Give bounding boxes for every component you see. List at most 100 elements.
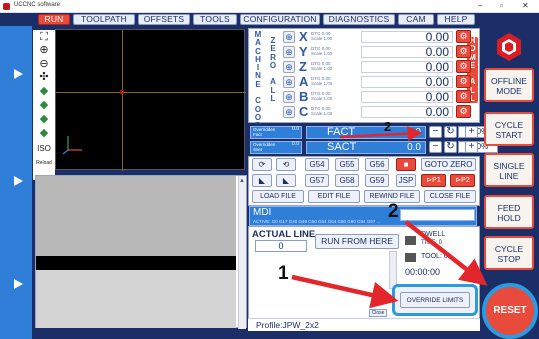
cube-view-icon[interactable]: ◆ <box>33 113 55 125</box>
active-modals: ACTIVE: G0 G17 G40 G49 G50 G54 G64 G80 G… <box>253 219 381 224</box>
axis-name: Y <box>299 44 308 59</box>
close-small-button[interactable]: Close <box>369 309 387 317</box>
edit-file-button[interactable]: EDIT FILE <box>308 190 360 203</box>
uccnc-logo-icon <box>497 33 521 61</box>
cube-view-icon[interactable]: ◆ <box>33 85 55 97</box>
zoom-out-icon[interactable]: ⊖ <box>33 58 55 70</box>
close-file-button[interactable]: CLOSE FILE <box>424 190 476 203</box>
spindle-increase-button[interactable]: + <box>465 141 478 153</box>
spindle-decrease-button[interactable]: − <box>429 141 442 153</box>
goto-p2-button[interactable]: ⊳P2 <box>450 174 475 187</box>
axis-value-field[interactable]: 0.00 <box>361 76 453 88</box>
run-from-here-button[interactable]: RUN FROM HERE <box>315 234 399 249</box>
axis-line <box>56 92 246 93</box>
maximize-button[interactable]: ▫ <box>500 1 503 10</box>
reset-button[interactable]: RESET <box>482 283 538 339</box>
cycle-stop-button[interactable]: CYCLE STOP <box>484 236 534 270</box>
home-axis-button[interactable]: ⚙ <box>456 75 471 88</box>
offline-mode-button[interactable]: OFFLINE MODE <box>484 68 534 102</box>
tab-offsets[interactable]: OFFSETS <box>138 14 190 25</box>
pan-icon[interactable]: ✣ <box>33 71 55 83</box>
g54-button[interactable]: G54 <box>305 158 329 171</box>
zero-axis-button[interactable]: ⊕ <box>283 31 295 43</box>
home-axis-button[interactable]: ⚙ <box>456 30 471 43</box>
actual-line-field[interactable]: 0 <box>255 240 307 252</box>
axis-row-c: ⊕ C DTG 0.00 Scale 1.00 0.00 ⚙ <box>281 105 478 120</box>
axis-value-field[interactable]: 0.00 <box>361 91 453 103</box>
axis-value-field[interactable]: 0.00 <box>361 61 453 73</box>
axis-line <box>122 30 123 171</box>
tab-toolpath[interactable]: TOOLPATH <box>73 14 135 25</box>
goto-zero-button[interactable]: GOTO ZERO <box>421 158 476 171</box>
tool-label: TOOL: 0 <box>421 253 448 260</box>
overrides-panel: Overridden Fact 0.0 FACT 0.0 − ↻ 100% Over… <box>248 124 498 156</box>
axis-name: Z <box>299 59 307 74</box>
feed-reset-button[interactable]: ↻ <box>444 126 457 138</box>
cycle-start-button[interactable]: CYCLE START <box>484 112 534 146</box>
axis-dtg: DTG 0.00 Scale 1.00 <box>311 31 333 41</box>
actual-line-label: ACTUAL LINE <box>252 229 316 240</box>
zero-axis-button[interactable]: ⊕ <box>283 61 295 73</box>
coordinates-panel: MACHINECOORDS ZEROALL HOMEALL ⊕ X DTG 0.… <box>248 28 480 147</box>
home-axis-button[interactable]: ⚙ <box>456 90 471 103</box>
iso-view-button[interactable]: ISO <box>33 143 55 155</box>
spindle-ccw-button[interactable]: ⟲ <box>276 158 296 171</box>
current-line-highlight <box>36 256 236 270</box>
axis-value-field[interactable]: 0.00 <box>361 31 453 43</box>
axis-dtg: DTG 0.00 Scale 1.00 <box>311 91 333 101</box>
g55-button[interactable]: G55 <box>335 158 359 171</box>
dwell-time: TIME: 0 <box>421 240 443 246</box>
override-limits-button[interactable]: OVERRIDE LIMITS <box>400 292 470 308</box>
tool-position-marker <box>120 90 124 94</box>
spindle-cw-button[interactable]: ⟳ <box>252 158 272 171</box>
g58-button[interactable]: G58 <box>335 174 359 187</box>
cube-view-icon[interactable]: ◆ <box>33 99 55 111</box>
axis-value-field[interactable]: 0.00 <box>361 46 453 58</box>
expand-arrow-icon[interactable] <box>14 69 23 79</box>
cube-view-icon[interactable]: ◆ <box>33 127 55 139</box>
flood-button[interactable]: ◣ <box>252 174 272 187</box>
zero-axis-button[interactable]: ⊕ <box>283 91 295 103</box>
scrollbar[interactable]: ▲ <box>238 176 246 329</box>
zero-axis-button[interactable]: ⊕ <box>283 46 295 58</box>
zero-axis-button[interactable]: ⊕ <box>283 76 295 88</box>
tab-diagnostics[interactable]: DIAGNOSTICS <box>323 14 395 25</box>
spindle-reset-button[interactable]: ↻ <box>444 141 457 153</box>
feed-decrease-button[interactable]: − <box>429 126 442 138</box>
tab-configuration[interactable]: CONFIGURATION <box>240 14 320 25</box>
expand-arrow-icon[interactable] <box>14 176 23 186</box>
zoom-in-icon[interactable]: ⊕ <box>33 44 55 56</box>
tab-cam[interactable]: CAM <box>398 14 434 25</box>
fit-view-icon[interactable]: ⛶ <box>33 31 55 43</box>
home-axis-button[interactable]: ⚙ <box>456 60 471 73</box>
load-file-button[interactable]: LOAD FILE <box>252 190 304 203</box>
axis-value-field[interactable]: 0.00 <box>361 106 453 118</box>
mist-button[interactable]: ◣ <box>276 174 296 187</box>
home-axis-button[interactable]: ⚙ <box>456 105 471 118</box>
zero-axis-button[interactable]: ⊕ <box>283 106 295 118</box>
tab-help[interactable]: HELP <box>437 14 475 25</box>
close-button[interactable]: ✕ <box>522 1 529 10</box>
g59-button[interactable]: G59 <box>365 174 389 187</box>
axis-name: A <box>299 74 309 89</box>
zero-all-button[interactable]: ZEROALL <box>267 36 279 103</box>
scroll-up-icon[interactable]: ▲ <box>239 178 245 184</box>
mdi-input[interactable] <box>400 209 475 221</box>
stop-icon-button[interactable]: ■ <box>396 158 416 171</box>
expand-arrow-icon[interactable] <box>14 279 23 289</box>
g57-button[interactable]: G57 <box>305 174 329 187</box>
home-axis-button[interactable]: ⚙ <box>456 45 471 58</box>
feed-increase-button[interactable]: + <box>465 126 478 138</box>
tab-tools[interactable]: TOOLS <box>193 14 237 25</box>
reload-button[interactable]: Reload <box>33 157 55 169</box>
feed-hold-button[interactable]: FEED HOLD <box>484 195 534 229</box>
title-bar: UCCNC software – ▫ ✕ <box>0 0 539 13</box>
goto-p1-button[interactable]: ⊳P1 <box>421 174 446 187</box>
single-line-button[interactable]: SINGLE LINE <box>484 153 534 187</box>
annotation-number-2: 2 <box>388 201 399 222</box>
tab-run[interactable]: RUN <box>38 14 70 25</box>
g56-button[interactable]: G56 <box>365 158 389 171</box>
minimize-button[interactable]: – <box>478 1 482 10</box>
gcode-viewer[interactable]: ▲ <box>35 175 247 329</box>
jsp-button[interactable]: JSP <box>396 174 416 187</box>
